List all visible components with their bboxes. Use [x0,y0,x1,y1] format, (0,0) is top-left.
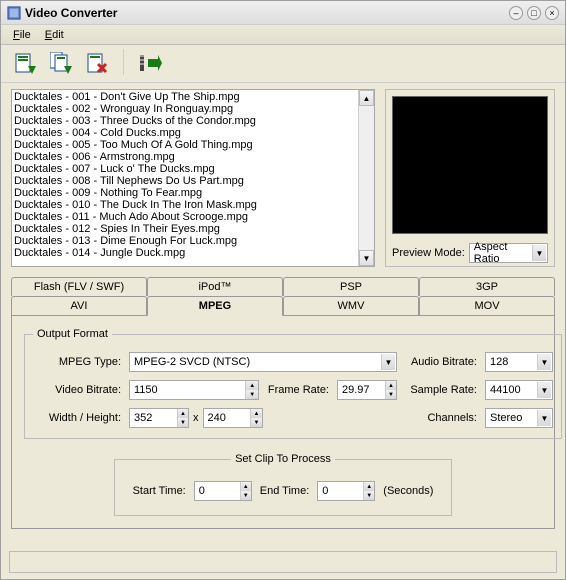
tab-flash-flv-swf-[interactable]: Flash (FLV / SWF) [11,277,147,296]
list-item[interactable]: Ducktales - 007 - Luck o' The Ducks.mpg [14,163,356,175]
wh-separator: x [193,412,199,424]
remove-icon [86,52,108,74]
channels-select[interactable]: Stereo ▼ [485,408,553,428]
audio-bitrate-select[interactable]: 128 ▼ [485,352,553,372]
window-title: Video Converter [25,6,509,20]
close-button[interactable]: × [545,6,559,20]
output-format-legend: Output Format [33,328,112,340]
end-time-spinner[interactable]: ▲▼ [317,481,375,501]
list-item[interactable]: Ducktales - 006 - Armstrong.mpg [14,151,356,163]
format-tabs: Flash (FLV / SWF)iPod™PSP3GP AVIMPEGWMVM… [11,277,555,529]
minimize-button[interactable]: – [509,6,523,20]
convert-icon [138,51,162,75]
chevron-down-icon: ▼ [537,410,551,426]
width-height-label: Width / Height: [33,412,125,424]
list-item[interactable]: Ducktales - 014 - Jungle Duck.mpg [14,247,356,259]
maximize-button[interactable]: □ [527,6,541,20]
remove-button[interactable] [83,49,111,77]
add-file-button[interactable] [11,49,39,77]
preview-mode-label: Preview Mode: [392,247,465,259]
menubar: File Edit [1,25,565,45]
chevron-down-icon: ▼ [537,354,551,370]
file-list[interactable]: Ducktales - 001 - Don't Give Up The Ship… [12,90,358,266]
clip-legend: Set Clip To Process [231,453,335,465]
mpeg-type-label: MPEG Type: [33,356,125,368]
list-item[interactable]: Ducktales - 005 - Too Much Of A Gold Thi… [14,139,356,151]
app-icon [7,6,21,20]
file-listbox[interactable]: Ducktales - 001 - Don't Give Up The Ship… [11,89,375,267]
tab-wmv[interactable]: WMV [283,296,419,315]
list-item[interactable]: Ducktales - 002 - Wronguay In Ronguay.mp… [14,103,356,115]
tab-mpeg[interactable]: MPEG [147,296,283,316]
list-item[interactable]: Ducktales - 008 - Till Nephews Do Us Par… [14,175,356,187]
channels-label: Channels: [401,412,481,424]
list-item[interactable]: Ducktales - 001 - Don't Give Up The Ship… [14,91,356,103]
list-item[interactable]: Ducktales - 003 - Three Ducks of the Con… [14,115,356,127]
menu-edit[interactable]: Edit [39,27,70,43]
start-time-spinner[interactable]: ▲▼ [194,481,252,501]
convert-button[interactable] [136,49,164,77]
preview-mode-value: Aspect Ratio [474,241,531,265]
toolbar [1,45,565,83]
batch-add-icon [50,52,72,74]
titlebar: Video Converter – □ × [1,1,565,25]
top-row: Ducktales - 001 - Don't Give Up The Ship… [11,89,555,267]
scroll-down-arrow[interactable]: ▼ [359,250,374,266]
video-bitrate-spinner[interactable]: ▲▼ [129,380,259,400]
clip-group: Set Clip To Process Start Time: ▲▼ End T… [114,453,453,516]
output-format-group: Output Format MPEG Type: MPEG-2 SVCD (NT… [24,328,562,439]
frame-rate-label: Frame Rate: [263,384,333,396]
list-item[interactable]: Ducktales - 004 - Cold Ducks.mpg [14,127,356,139]
start-time-label: Start Time: [133,485,186,497]
tabs-bottom-row: AVIMPEGWMVMOV [11,296,555,315]
width-spinner[interactable]: ▲▼ [129,408,189,428]
menu-file[interactable]: File [7,27,37,43]
main-area: Ducktales - 001 - Don't Give Up The Ship… [1,83,565,549]
chevron-down-icon: ▼ [532,245,546,261]
mpeg-type-select[interactable]: MPEG-2 SVCD (NTSC) ▼ [129,352,397,372]
tab-ipod-[interactable]: iPod™ [147,277,283,296]
preview-mode-select[interactable]: Aspect Ratio ▼ [469,243,548,263]
list-item[interactable]: Ducktales - 011 - Much Ado About Scrooge… [14,211,356,223]
statusbar [9,551,557,573]
batch-add-button[interactable] [47,49,75,77]
video-bitrate-label: Video Bitrate: [33,384,125,396]
clip-unit-label: (Seconds) [383,485,433,497]
tab-avi[interactable]: AVI [11,296,147,315]
app-window: Video Converter – □ × File Edit Ducktale… [0,0,566,580]
list-item[interactable]: Ducktales - 009 - Nothing To Fear.mpg [14,187,356,199]
frame-rate-spinner[interactable]: ▲▼ [337,380,397,400]
window-buttons: – □ × [509,6,559,20]
sample-rate-label: Sample Rate: [401,384,481,396]
preview-panel: Preview Mode: Aspect Ratio ▼ [385,89,555,267]
tab-psp[interactable]: PSP [283,277,419,296]
audio-bitrate-label: Audio Bitrate: [401,356,481,368]
preview-screen [392,96,548,234]
end-time-label: End Time: [260,485,310,497]
add-file-icon [14,52,36,74]
sample-rate-select[interactable]: 44100 ▼ [485,380,553,400]
toolbar-separator [123,49,124,75]
list-item[interactable]: Ducktales - 012 - Spies In Their Eyes.mp… [14,223,356,235]
tab-3gp[interactable]: 3GP [419,277,555,296]
tab-mov[interactable]: MOV [419,296,555,315]
list-item[interactable]: Ducktales - 013 - Dime Enough For Luck.m… [14,235,356,247]
chevron-down-icon: ▼ [537,382,551,398]
list-scrollbar[interactable]: ▲ ▼ [358,90,374,266]
list-item[interactable]: Ducktales - 010 - The Duck In The Iron M… [14,199,356,211]
chevron-down-icon: ▼ [381,354,395,370]
scroll-up-arrow[interactable]: ▲ [359,90,374,106]
tabs-top-row: Flash (FLV / SWF)iPod™PSP3GP [11,277,555,296]
tab-pane-mpeg: Output Format MPEG Type: MPEG-2 SVCD (NT… [11,315,555,529]
height-spinner[interactable]: ▲▼ [203,408,263,428]
